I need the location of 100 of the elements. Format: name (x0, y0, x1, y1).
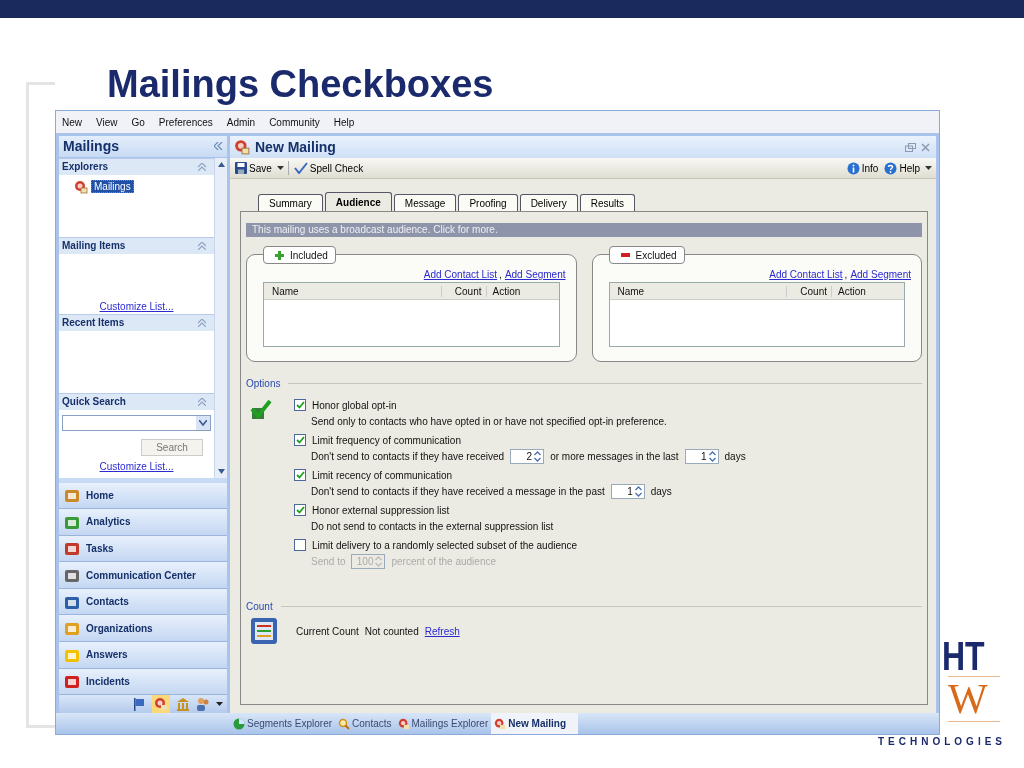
scrollbar[interactable] (214, 157, 227, 478)
number-spinner[interactable]: 1 (684, 448, 719, 464)
segments-icon (233, 717, 245, 730)
menu-item[interactable]: New (62, 116, 82, 128)
menu-item[interactable]: Go (131, 116, 145, 128)
flag-icon[interactable] (132, 697, 146, 712)
section-header[interactable]: Quick Search (59, 392, 214, 410)
checkbox-label[interactable]: Limit recency of communication (312, 469, 453, 481)
info-icon (846, 161, 860, 175)
count-value: Not counted (364, 625, 419, 637)
restore-icon[interactable] (905, 142, 916, 152)
tree-item[interactable]: Mailings (91, 180, 134, 194)
column-header[interactable]: Name (264, 285, 442, 297)
option-text: Don't send to contacts if they have received a message in the past (311, 485, 605, 497)
tab[interactable]: Proofing (458, 194, 518, 211)
document-tab[interactable]: Contacts (335, 713, 395, 734)
section-header[interactable]: Recent Items (59, 313, 214, 331)
section-title: Options (246, 378, 281, 389)
checkmark-icon (250, 399, 272, 421)
nav-button[interactable]: Incidents (59, 668, 227, 696)
tab[interactable]: Summary (258, 194, 323, 211)
section-title: Recent Items (62, 317, 125, 329)
checkbox[interactable] (294, 399, 306, 411)
logo-text: W (948, 676, 1000, 722)
nav-button[interactable]: Home (59, 482, 227, 510)
nav-button[interactable]: Analytics (59, 509, 227, 536)
scroll-down-icon[interactable] (217, 468, 225, 474)
help-icon (884, 161, 898, 175)
checkbox-label[interactable]: Honor external suppression list (312, 504, 450, 516)
option-text: Send only to contacts who have opted in or have not specified opt-in preference. (311, 415, 667, 427)
column-header[interactable]: Count (787, 285, 832, 297)
mailing-icon (494, 717, 507, 730)
collapse-icon[interactable] (198, 241, 206, 250)
menu-item[interactable]: Preferences (158, 116, 213, 128)
dropdown-icon (199, 419, 207, 426)
column-header[interactable]: Action (486, 285, 559, 297)
nav-button[interactable]: Tasks (59, 535, 227, 563)
nav-button[interactable]: Contacts (59, 588, 227, 616)
dropdown-icon[interactable] (276, 166, 284, 170)
refresh-link[interactable]: Refresh (424, 625, 460, 637)
spell-check-button[interactable]: Spell Check (292, 162, 365, 174)
scroll-up-icon[interactable] (217, 161, 225, 167)
nav-button[interactable]: Answers (59, 641, 227, 669)
mailing-icon (397, 717, 410, 730)
tab[interactable]: Results (579, 194, 636, 211)
checkbox[interactable] (294, 434, 306, 446)
menu-item[interactable]: Community (269, 116, 320, 128)
section-title: Explorers (62, 161, 109, 173)
nav-button[interactable]: Organizations (59, 615, 227, 642)
document-tab[interactable]: New Mailing (491, 713, 578, 734)
dropdown-icon[interactable] (925, 166, 932, 170)
option-text: or more messages in the last (550, 450, 679, 462)
tab[interactable]: Message (393, 194, 457, 211)
info-button[interactable]: Info (845, 161, 880, 175)
add-segment-link[interactable]: Add Segment (504, 269, 566, 280)
section-header[interactable]: Mailing Items (59, 236, 214, 254)
option-text: days (724, 450, 746, 462)
customize-list-link[interactable]: Customize List... (99, 460, 174, 472)
collapse-icon[interactable] (198, 397, 206, 406)
document-tab[interactable]: Segments Explorer (230, 713, 336, 734)
menu-item[interactable]: Help (333, 116, 355, 128)
building-icon[interactable] (176, 697, 190, 712)
checkbox[interactable] (294, 469, 306, 481)
column-header[interactable]: Count (441, 285, 487, 297)
collapse-icon[interactable] (198, 318, 206, 327)
spell-check-icon (293, 162, 308, 174)
search-button[interactable]: Search (141, 438, 203, 456)
tab[interactable]: Delivery (519, 194, 578, 211)
option-text: Do not send to contacts in the external suppression list (311, 520, 554, 532)
document-title: New Mailing (255, 139, 336, 155)
checkbox-label[interactable]: Honor global opt-in (312, 399, 397, 411)
help-button[interactable]: Help (883, 161, 921, 175)
dropdown-icon[interactable] (216, 702, 223, 707)
column-header[interactable]: Name (609, 285, 787, 297)
abacus-icon (250, 617, 278, 645)
slide-title: Mailings Checkboxes (107, 62, 495, 107)
column-header[interactable]: Action (832, 285, 904, 297)
number-spinner[interactable]: 2 (510, 448, 545, 464)
nav-button[interactable]: Communication Center (59, 562, 227, 589)
people-icon[interactable] (196, 697, 210, 712)
menu-item[interactable]: View (96, 116, 118, 128)
close-icon[interactable] (921, 142, 930, 152)
mailing-icon[interactable] (154, 697, 168, 712)
collapse-icon[interactable] (214, 142, 223, 151)
search-combobox[interactable] (62, 414, 211, 431)
menu-item[interactable]: Admin (226, 116, 256, 128)
checkbox[interactable] (294, 504, 306, 516)
add-contact-list-link[interactable]: Add Contact List (769, 269, 843, 280)
tab[interactable]: Audience (324, 192, 392, 211)
document-tab[interactable]: Mailings Explorer (394, 713, 492, 734)
search-icon (338, 717, 351, 730)
add-contact-list-link[interactable]: Add Contact List (423, 269, 498, 280)
logo-text: HT (942, 636, 986, 676)
checkbox-label[interactable]: Limit frequency of communication (312, 434, 461, 446)
customize-list-link[interactable]: Customize List... (99, 300, 174, 312)
add-segment-link[interactable]: Add Segment (850, 269, 911, 280)
collapse-icon[interactable] (198, 162, 206, 171)
logo-tagline: TECHNOLOGIES (878, 736, 1006, 747)
number-spinner[interactable]: 1 (610, 483, 645, 499)
save-button[interactable]: Save (234, 162, 273, 174)
